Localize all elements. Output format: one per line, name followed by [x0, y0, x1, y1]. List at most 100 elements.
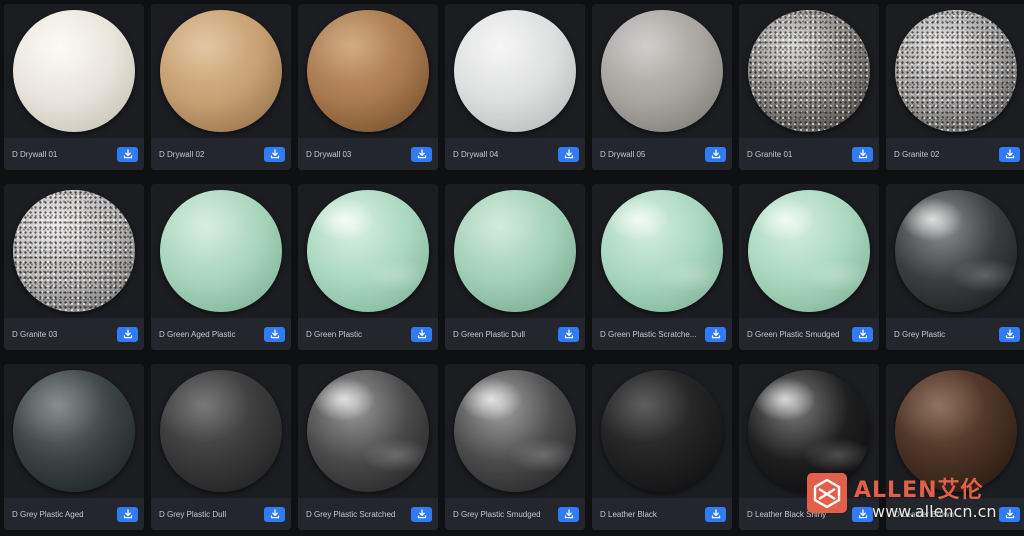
material-name: D Green Plastic [306, 329, 363, 339]
material-sphere [307, 370, 429, 492]
material-preview[interactable] [592, 184, 732, 318]
material-card-d-green-plastic-scratche[interactable]: D Green Plastic Scratche... [592, 184, 732, 350]
material-preview[interactable] [739, 364, 879, 498]
material-preview[interactable] [739, 4, 879, 138]
material-card-d-green-plastic-dull[interactable]: D Green Plastic Dull [445, 184, 585, 350]
material-footer: D Leather Black [592, 498, 732, 530]
material-footer: D Green Plastic Scratche... [592, 318, 732, 350]
download-icon [858, 149, 867, 159]
material-sphere [160, 10, 282, 132]
material-card-d-grey-plastic-scratched[interactable]: D Grey Plastic Scratched [298, 364, 438, 530]
material-card-d-leather-brown[interactable]: D Leather Brown [886, 364, 1024, 530]
material-preview[interactable] [4, 364, 144, 498]
download-button[interactable] [264, 146, 285, 162]
material-preview[interactable] [151, 364, 291, 498]
material-footer: D Green Aged Plastic [151, 318, 291, 350]
download-button[interactable] [558, 146, 579, 162]
download-button[interactable] [852, 326, 873, 342]
download-button[interactable] [117, 326, 138, 342]
material-name: D Green Plastic Smudged [747, 329, 840, 339]
material-name: D Grey Plastic Aged [12, 509, 84, 519]
download-button[interactable] [705, 146, 726, 162]
material-name: D Leather Brown [894, 509, 955, 519]
material-preview[interactable] [886, 4, 1024, 138]
material-preview[interactable] [4, 4, 144, 138]
material-card-d-leather-black[interactable]: D Leather Black [592, 364, 732, 530]
material-preview[interactable] [151, 4, 291, 138]
download-button[interactable] [411, 326, 432, 342]
download-button[interactable] [999, 326, 1020, 342]
material-footer: D Drywall 05 [592, 138, 732, 170]
material-footer: D Granite 03 [4, 318, 144, 350]
material-card-d-drywall-05[interactable]: D Drywall 05 [592, 4, 732, 170]
material-name: D Drywall 05 [600, 149, 646, 159]
download-button[interactable] [999, 146, 1020, 162]
material-sphere [601, 190, 723, 312]
material-card-d-granite-01[interactable]: D Granite 01 [739, 4, 879, 170]
material-footer: D Drywall 04 [445, 138, 585, 170]
material-footer: D Grey Plastic [886, 318, 1024, 350]
material-card-d-grey-plastic-smudged[interactable]: D Grey Plastic Smudged [445, 364, 585, 530]
material-preview[interactable] [886, 184, 1024, 318]
material-name: D Grey Plastic Smudged [453, 509, 541, 519]
material-sphere [748, 190, 870, 312]
material-preview[interactable] [445, 184, 585, 318]
material-name: D Drywall 04 [453, 149, 499, 159]
material-card-d-green-plastic-smudged[interactable]: D Green Plastic Smudged [739, 184, 879, 350]
material-footer: D Drywall 01 [4, 138, 144, 170]
material-footer: D Leather Brown [886, 498, 1024, 530]
material-card-d-granite-03[interactable]: D Granite 03 [4, 184, 144, 350]
material-sphere [307, 10, 429, 132]
material-card-d-green-plastic[interactable]: D Green Plastic [298, 184, 438, 350]
material-preview[interactable] [4, 184, 144, 318]
material-card-d-drywall-02[interactable]: D Drywall 02 [151, 4, 291, 170]
material-card-d-drywall-01[interactable]: D Drywall 01 [4, 4, 144, 170]
material-name: D Grey Plastic Scratched [306, 509, 396, 519]
material-preview[interactable] [592, 364, 732, 498]
download-button[interactable] [264, 506, 285, 522]
material-sphere [454, 10, 576, 132]
material-name: D Green Aged Plastic [159, 329, 236, 339]
material-name: D Green Plastic Scratche... [600, 329, 697, 339]
material-preview[interactable] [739, 184, 879, 318]
material-card-d-drywall-03[interactable]: D Drywall 03 [298, 4, 438, 170]
material-sphere [748, 10, 870, 132]
material-card-d-leather-black-shiny[interactable]: D Leather Black Shiny [739, 364, 879, 530]
material-preview[interactable] [298, 364, 438, 498]
material-name: D Grey Plastic Dull [159, 509, 227, 519]
download-icon [123, 149, 132, 159]
material-sphere [748, 370, 870, 492]
download-button[interactable] [411, 146, 432, 162]
material-preview[interactable] [592, 4, 732, 138]
material-preview[interactable] [298, 184, 438, 318]
download-icon [858, 509, 867, 519]
material-preview[interactable] [445, 4, 585, 138]
download-button[interactable] [852, 146, 873, 162]
material-card-d-drywall-04[interactable]: D Drywall 04 [445, 4, 585, 170]
material-card-d-grey-plastic[interactable]: D Grey Plastic [886, 184, 1024, 350]
material-name: D Leather Black Shiny [747, 509, 827, 519]
material-footer: D Granite 01 [739, 138, 879, 170]
download-button[interactable] [558, 326, 579, 342]
download-icon [123, 329, 132, 339]
material-card-d-granite-02[interactable]: D Granite 02 [886, 4, 1024, 170]
material-preview[interactable] [886, 364, 1024, 498]
download-button[interactable] [558, 506, 579, 522]
download-button[interactable] [264, 326, 285, 342]
download-icon [270, 149, 279, 159]
material-card-d-grey-plastic-aged[interactable]: D Grey Plastic Aged [4, 364, 144, 530]
download-button[interactable] [117, 146, 138, 162]
material-preview[interactable] [151, 184, 291, 318]
material-card-d-grey-plastic-dull[interactable]: D Grey Plastic Dull [151, 364, 291, 530]
download-button[interactable] [411, 506, 432, 522]
download-icon [564, 329, 573, 339]
download-button[interactable] [705, 326, 726, 342]
material-preview[interactable] [298, 4, 438, 138]
download-button[interactable] [852, 506, 873, 522]
material-preview[interactable] [445, 364, 585, 498]
download-button[interactable] [999, 506, 1020, 522]
material-sphere [895, 190, 1017, 312]
download-button[interactable] [705, 506, 726, 522]
download-button[interactable] [117, 506, 138, 522]
material-card-d-green-aged-plastic[interactable]: D Green Aged Plastic [151, 184, 291, 350]
